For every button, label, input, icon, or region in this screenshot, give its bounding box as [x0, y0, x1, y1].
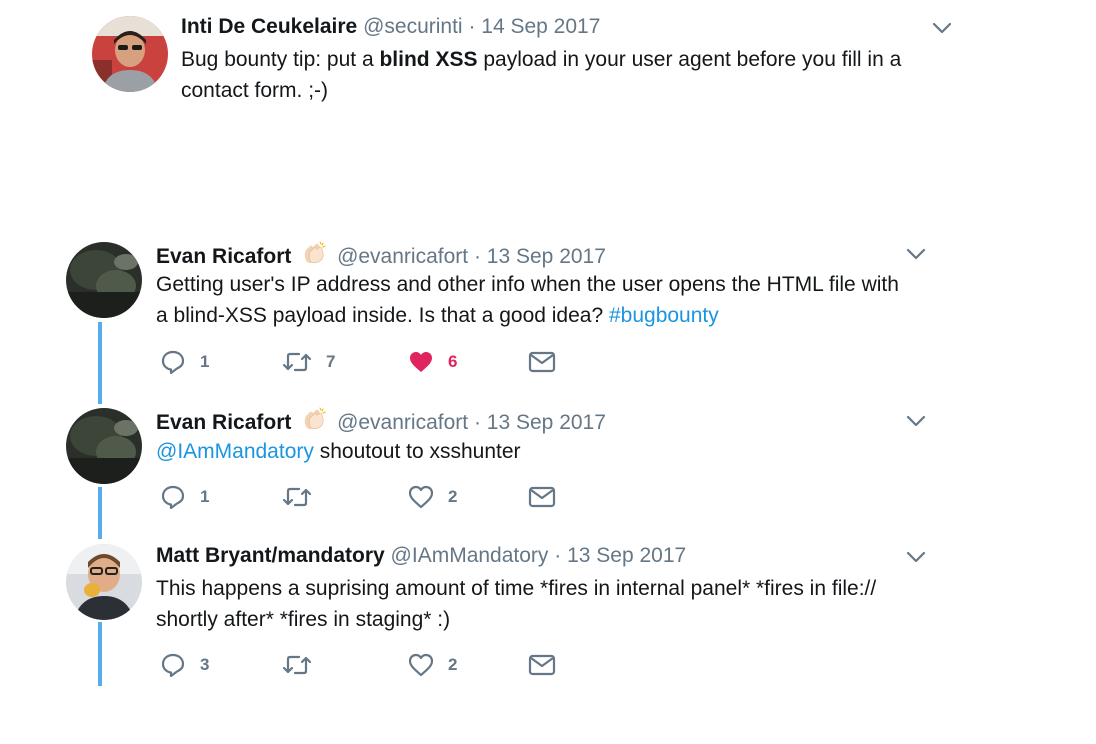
- like-button[interactable]: 6: [408, 347, 457, 377]
- tweet-header: Evan Ricafort @evanricafort · 13 Sep 201…: [156, 240, 606, 270]
- direct-message-button[interactable]: [528, 482, 556, 512]
- retweet-icon: [282, 352, 312, 372]
- clapping-hands-emoji: [304, 241, 326, 264]
- reply-button[interactable]: 3: [160, 650, 209, 680]
- author-name[interactable]: Evan Ricafort: [156, 245, 291, 268]
- tweet-header: Matt Bryant/mandatory @IAmMandatory · 13…: [156, 543, 686, 569]
- like-count: 6: [448, 352, 458, 371]
- retweet-button[interactable]: 7: [282, 347, 335, 377]
- tweet-text-line: Getting user's IP address and other info…: [156, 273, 899, 296]
- author-name[interactable]: Matt Bryant/mandatory: [156, 544, 385, 567]
- reply-button[interactable]: 1: [160, 347, 209, 377]
- reply-count: 1: [200, 352, 210, 371]
- tweet-text-line: shortly after* *fires in staging* :): [156, 608, 451, 631]
- reply-icon: [161, 485, 185, 510]
- thread-line: [98, 322, 102, 404]
- direct-message-button[interactable]: [528, 650, 556, 680]
- direct-message-icon: [528, 486, 556, 508]
- tweet-text-part: shoutout to xsshunter: [313, 440, 521, 463]
- avatar[interactable]: [66, 242, 142, 318]
- author-name[interactable]: Evan Ricafort: [156, 411, 291, 434]
- tweet-text: This happens a suprising amount of time …: [156, 573, 876, 635]
- like-icon: [410, 352, 432, 372]
- like-button[interactable]: 2: [408, 482, 457, 512]
- tweet-text-line: contact form. ;-): [181, 79, 329, 102]
- retweet-button[interactable]: [282, 482, 326, 512]
- direct-message-button[interactable]: [528, 347, 556, 377]
- separator-dot: ·: [468, 15, 476, 38]
- tweet: Matt Bryant/mandatory @IAmMandatory · 13…: [0, 0, 1096, 678]
- retweet-button[interactable]: [282, 650, 326, 680]
- tweet: Inti De Ceukelaire @securinti · 14 Sep 2…: [0, 0, 1096, 130]
- direct-message-icon: [528, 351, 556, 373]
- separator-dot: ·: [473, 245, 481, 268]
- author-handle[interactable]: @securinti: [363, 15, 463, 38]
- tweet-actions: 1 2: [160, 482, 580, 512]
- author-name[interactable]: Inti De Ceukelaire: [181, 15, 357, 38]
- clapping-hands-emoji: [304, 407, 326, 430]
- tweet-date[interactable]: 14 Sep 2017: [481, 15, 600, 38]
- like-icon: [408, 653, 434, 677]
- tweet-text-line: This happens a suprising amount of time …: [156, 577, 877, 600]
- chevron-down-icon[interactable]: [906, 414, 926, 428]
- thread-line: [98, 622, 102, 686]
- direct-message-icon: [528, 654, 556, 676]
- tweet-actions: 3 2: [160, 650, 580, 680]
- reply-count: 3: [200, 655, 210, 674]
- like-icon: [408, 485, 434, 509]
- separator-dot: ·: [473, 411, 481, 434]
- reply-icon: [161, 653, 185, 678]
- tweet-header: Inti De Ceukelaire @securinti · 14 Sep 2…: [181, 14, 600, 40]
- chevron-down-icon[interactable]: [906, 550, 926, 564]
- tweet-actions: 1 7 6: [160, 347, 580, 377]
- avatar[interactable]: [92, 16, 168, 92]
- hashtag-link[interactable]: #bugbounty: [609, 304, 719, 327]
- thread-line: [98, 487, 102, 539]
- tweet-date[interactable]: 13 Sep 2017: [487, 411, 606, 434]
- mention-link[interactable]: @IAmMandatory: [156, 440, 314, 463]
- tweet-header: Evan Ricafort @evanricafort · 13 Sep 201…: [156, 406, 606, 436]
- author-handle[interactable]: @IAmMandatory: [391, 544, 549, 567]
- tweet-text-part: Bug bounty tip: put a: [181, 48, 380, 71]
- avatar[interactable]: [66, 544, 142, 620]
- like-count: 2: [448, 487, 458, 506]
- retweet-icon: [282, 487, 312, 507]
- tweet-text-bold: blind XSS: [379, 48, 478, 71]
- tweet-text-part: a blind-XSS payload inside. Is that a go…: [156, 304, 609, 327]
- reply-button[interactable]: 1: [160, 482, 209, 512]
- separator-dot: ·: [554, 544, 562, 567]
- tweet-text-part: payload in your user agent before you fi…: [477, 48, 902, 71]
- tweet-text: Bug bounty tip: put a blind XSS payload …: [181, 44, 901, 106]
- reply-icon: [161, 350, 185, 375]
- like-button[interactable]: 2: [408, 650, 457, 680]
- retweet-count: 7: [326, 352, 336, 371]
- author-handle[interactable]: @evanricafort: [337, 245, 468, 268]
- avatar[interactable]: [66, 408, 142, 484]
- tweet-date[interactable]: 13 Sep 2017: [487, 245, 606, 268]
- reply-count: 1: [200, 487, 210, 506]
- like-count: 2: [448, 655, 458, 674]
- retweet-icon: [282, 655, 312, 675]
- author-handle[interactable]: @evanricafort: [337, 411, 468, 434]
- chevron-down-icon[interactable]: [932, 21, 952, 35]
- tweet-text: Getting user's IP address and other info…: [156, 269, 899, 331]
- tweet-date[interactable]: 13 Sep 2017: [567, 544, 686, 567]
- chevron-down-icon[interactable]: [906, 247, 926, 261]
- tweet-text: @IAmMandatory shoutout to xsshunter: [156, 436, 521, 467]
